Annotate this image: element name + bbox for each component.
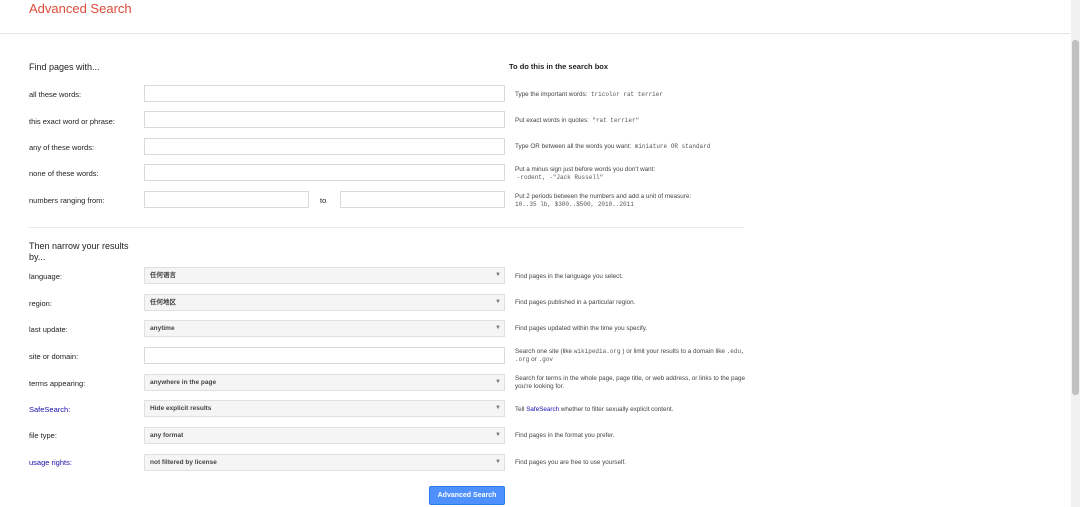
chevron-down-icon: ▼ bbox=[495, 299, 501, 305]
all-words-label: all these words: bbox=[29, 90, 82, 99]
chevron-down-icon: ▼ bbox=[495, 379, 501, 385]
last-update-label: last update: bbox=[29, 325, 68, 334]
find-section-heading: Find pages with... bbox=[29, 62, 100, 72]
usage-rights-help: Find pages you are free to use yourself. bbox=[515, 459, 626, 466]
chevron-down-icon: ▼ bbox=[495, 325, 501, 331]
exact-phrase-input[interactable] bbox=[144, 111, 505, 128]
chevron-down-icon: ▼ bbox=[495, 272, 501, 278]
usage-rights-link[interactable]: usage rights: bbox=[29, 458, 72, 467]
file-type-help: Find pages in the format you prefer. bbox=[515, 432, 615, 439]
page-title: Advanced Search bbox=[29, 1, 132, 16]
safesearch-help-link[interactable]: SafeSearch bbox=[526, 406, 559, 413]
any-words-help: Type OR between all the words you want: … bbox=[515, 143, 711, 150]
region-select[interactable]: 任何地区 ▼ bbox=[144, 294, 505, 311]
numbers-range-help: Put 2 periods between the numbers and ad… bbox=[515, 193, 692, 208]
safesearch-link[interactable]: SafeSearch: bbox=[29, 405, 70, 414]
advanced-search-button[interactable]: Advanced Search bbox=[429, 486, 505, 505]
last-update-select[interactable]: anytime ▼ bbox=[144, 320, 505, 337]
last-update-help: Find pages updated within the time you s… bbox=[515, 325, 648, 332]
site-domain-input[interactable] bbox=[144, 347, 505, 364]
region-help: Find pages published in a particular reg… bbox=[515, 299, 636, 306]
numbers-to-input[interactable] bbox=[340, 191, 505, 208]
chevron-down-icon: ▼ bbox=[495, 459, 501, 465]
exact-phrase-help: Put exact words in quotes: "rat terrier" bbox=[515, 117, 640, 124]
numbers-from-input[interactable] bbox=[144, 191, 309, 208]
terms-appearing-label: terms appearing: bbox=[29, 379, 86, 388]
site-domain-label: site or domain: bbox=[29, 352, 79, 361]
site-domain-help: Search one site (like wikipedia.org ) or… bbox=[515, 348, 745, 363]
language-select[interactable]: 任何语言 ▼ bbox=[144, 267, 505, 284]
exact-phrase-label: this exact word or phrase: bbox=[29, 117, 115, 126]
page-header: Advanced Search bbox=[0, 0, 1070, 34]
language-label: language: bbox=[29, 272, 62, 281]
chevron-down-icon: ▼ bbox=[495, 405, 501, 411]
any-words-input[interactable] bbox=[144, 138, 505, 155]
range-to-label: to bbox=[320, 196, 327, 205]
usage-rights-select[interactable]: not filtered by license ▼ bbox=[144, 454, 505, 471]
section-divider bbox=[29, 227, 744, 228]
none-words-label: none of these words: bbox=[29, 169, 99, 178]
vertical-scrollbar[interactable] bbox=[1071, 0, 1080, 507]
safesearch-select[interactable]: Hide explicit results ▼ bbox=[144, 400, 505, 417]
none-words-help: Put a minus sign just before words you d… bbox=[515, 166, 656, 181]
terms-appearing-select[interactable]: anywhere in the page ▼ bbox=[144, 374, 505, 391]
language-help: Find pages in the language you select. bbox=[515, 273, 623, 280]
numbers-range-label: numbers ranging from: bbox=[29, 196, 105, 205]
file-type-label: file type: bbox=[29, 431, 57, 440]
all-words-input[interactable] bbox=[144, 85, 505, 102]
instructions-heading: To do this in the search box bbox=[509, 62, 609, 71]
terms-appearing-help: Search for terms in the whole page, page… bbox=[515, 375, 745, 390]
region-label: region: bbox=[29, 299, 52, 308]
safesearch-help: Tell SafeSearch whether to filter sexual… bbox=[515, 406, 674, 413]
narrow-section-heading: Then narrow your results by... bbox=[29, 241, 129, 262]
any-words-label: any of these words: bbox=[29, 143, 95, 152]
all-words-help: Type the important words: tricolor rat t… bbox=[515, 91, 663, 98]
none-words-input[interactable] bbox=[144, 164, 505, 181]
scrollbar-thumb[interactable] bbox=[1072, 40, 1079, 395]
chevron-down-icon: ▼ bbox=[495, 432, 501, 438]
file-type-select[interactable]: any format ▼ bbox=[144, 427, 505, 444]
